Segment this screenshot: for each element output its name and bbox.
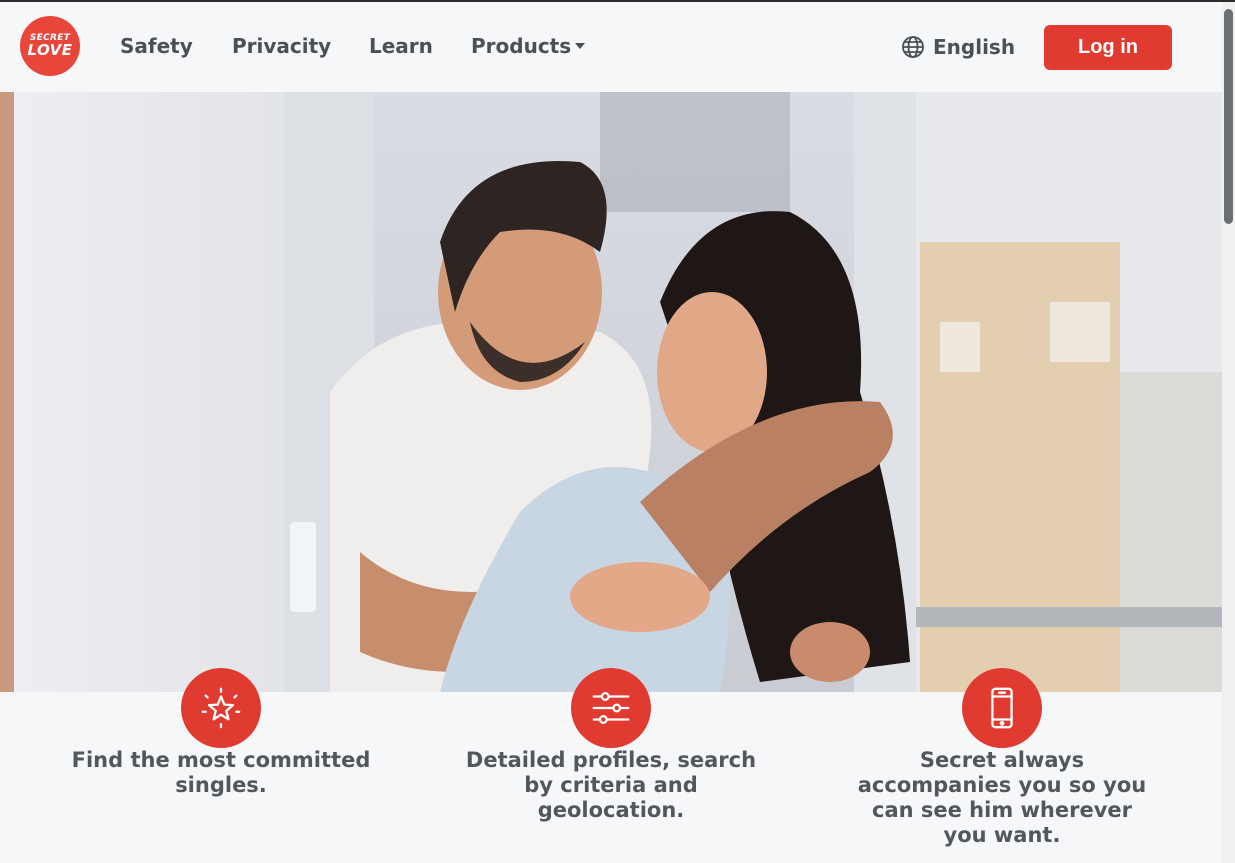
secret-love-logo[interactable]: SECRET LOVE [20,16,80,76]
feature-text: Find the most committed singles. [71,748,371,797]
scrollbar-thumb[interactable] [1224,9,1233,224]
language-label: English [933,35,1016,59]
sliders-icon [592,691,630,725]
feature-icon-badge [962,668,1042,748]
nav-products[interactable]: Products [471,34,586,58]
page-scrollbar[interactable] [1222,2,1235,863]
logo-line2: LOVE [27,41,73,59]
star-sparkle-icon [201,687,241,729]
nav-products-label: Products [471,34,572,58]
features-section: Find the most committed singles. Detaile… [0,668,1222,863]
feature-detailed-profiles: Detailed profiles, search by criteria an… [451,668,771,823]
chevron-down-icon [575,43,586,49]
feature-text: Secret always accompanies you so you can… [857,748,1147,847]
site-header: SECRET LOVE Safety Privacity Learn Produ… [0,2,1222,92]
feature-text: Detailed profiles, search by criteria an… [465,748,757,822]
nav-privacity[interactable]: Privacity [232,34,331,58]
feature-always-accompanies: Secret always accompanies you so you can… [842,668,1162,848]
language-selector[interactable]: English [901,33,1015,61]
hero-illustration [0,92,1222,692]
feature-committed-singles: Find the most committed singles. [61,668,381,798]
hero-couple-image [0,92,1222,692]
globe-icon [902,36,924,58]
feature-icon-badge [181,668,261,748]
nav-safety[interactable]: Safety [120,34,193,58]
login-button[interactable]: Log in [1044,25,1172,70]
smartphone-icon [991,687,1013,729]
feature-icon-badge [571,668,651,748]
nav-learn[interactable]: Learn [369,34,433,58]
